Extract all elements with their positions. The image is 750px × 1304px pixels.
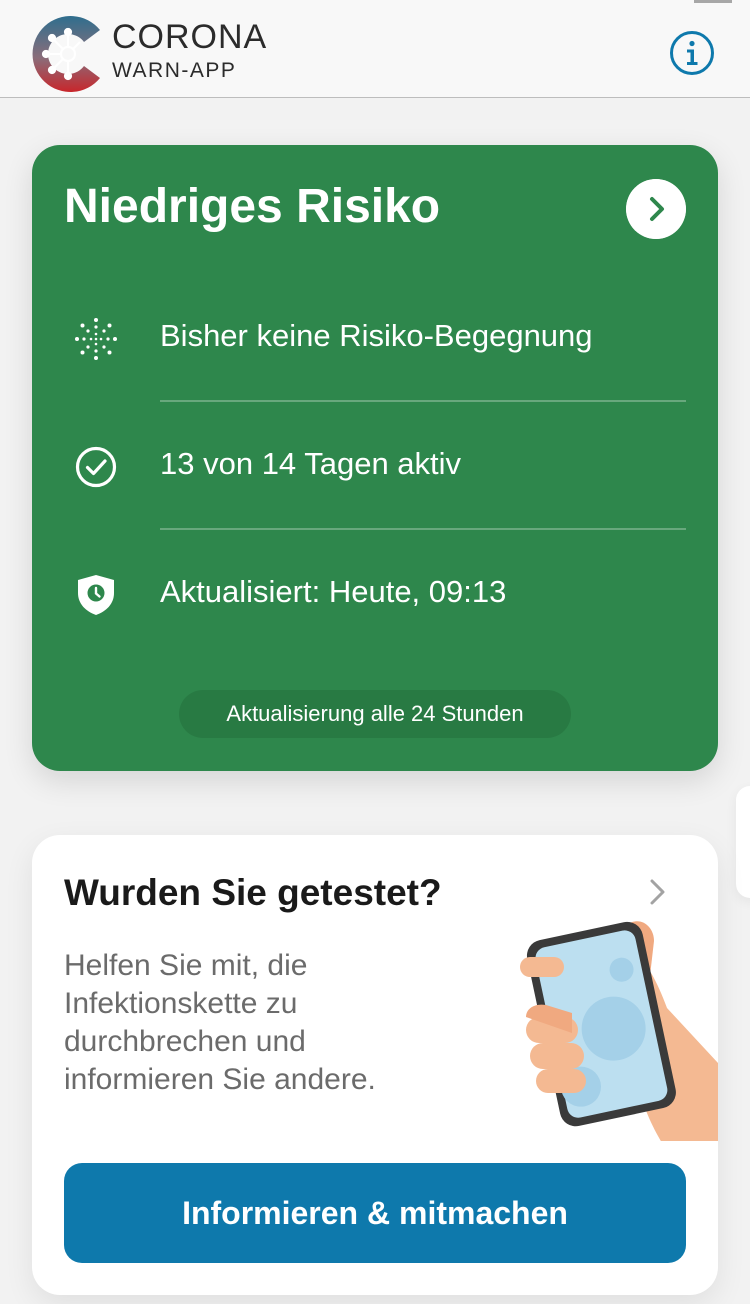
side-card-peek (736, 786, 750, 898)
virus-dots-icon (75, 318, 117, 360)
risk-row-text: Bisher keine Risiko-Begegnung (160, 318, 593, 353)
risk-level-title: Niedriges Risiko (64, 180, 441, 233)
risk-row-last-update: Aktualisiert: Heute, 09:13 (32, 529, 718, 657)
inform-and-participate-button[interactable]: Informieren & mitmachen (64, 1163, 686, 1263)
shield-clock-icon (78, 575, 114, 615)
risk-row-text: 13 von 14 Tagen aktiv (160, 446, 462, 481)
risk-status-card[interactable]: Niedriges Risiko Bisher keine Risiko-Beg… (32, 145, 718, 771)
update-interval-badge: Aktualisierung alle 24 Stunden (179, 690, 571, 738)
status-indicator (694, 0, 732, 3)
top-navigation-bar: CORONA WARN-APP (0, 0, 750, 98)
hand-holding-phone-illustration (520, 921, 718, 1141)
test-result-card[interactable]: Wurden Sie getestet? Helfen Sie mit, die… (32, 835, 718, 1295)
app-logo-subtitle: WARN-APP (112, 59, 237, 82)
chevron-right-icon[interactable] (626, 179, 686, 239)
risk-row-active-days: 13 von 14 Tagen aktiv (32, 401, 718, 529)
check-circle-icon (75, 446, 117, 488)
test-card-title: Wurden Sie getestet? (64, 872, 442, 913)
chevron-right-icon[interactable] (646, 877, 670, 907)
risk-row-text: Aktualisiert: Heute, 09:13 (160, 574, 507, 609)
info-icon[interactable] (669, 30, 715, 76)
corona-warn-app-logo-icon (32, 16, 100, 92)
risk-row-encounters: Bisher keine Risiko-Begegnung (32, 273, 718, 401)
app-logo-title: CORONA (112, 18, 268, 56)
test-card-description: Helfen Sie mit, die Infektionskette zu d… (64, 949, 376, 1096)
